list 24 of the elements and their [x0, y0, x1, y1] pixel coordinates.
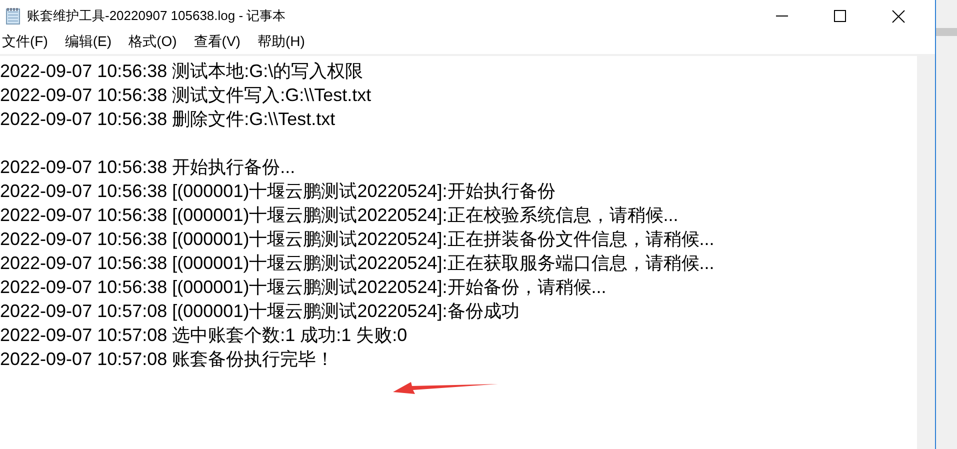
notepad-icon — [5, 7, 21, 25]
log-line: 2022-09-07 10:56:38 [(000001)十堰云鹏测试20220524]:正在校验系统信息，请稍候... — [0, 204, 680, 227]
log-line: 2022-09-07 10:56:38 测试本地:G:\的写入权限 — [0, 60, 364, 83]
menu-item[interactable]: 编辑(E) — [64, 33, 112, 51]
log-line: 2022-09-07 10:56:38 [(000001)十堰云鹏测试20220524]:开始备份，请稍候... — [0, 276, 608, 299]
log-line: 2022-09-07 10:57:08 账套备份执行完毕！ — [0, 348, 336, 371]
close-icon — [892, 10, 904, 22]
log-line: 2022-09-07 10:57:08 选中账套个数:1 成功:1 失败:0 — [0, 324, 408, 347]
log-line: 2022-09-07 10:57:08 [(000001)十堰云鹏测试20220524]:备份成功 — [0, 300, 520, 323]
log-line: 2022-09-07 10:56:38 测试文件写入:G:\\Test.txt — [0, 84, 372, 107]
menu-item[interactable]: 格式(O) — [128, 33, 177, 51]
maximize-icon — [834, 10, 846, 22]
log-line: 2022-09-07 10:56:38 [(000001)十堰云鹏测试20220524]:开始执行备份 — [0, 180, 556, 203]
scrollbar[interactable] — [917, 56, 935, 449]
menu-item[interactable]: 文件(F) — [2, 33, 48, 51]
log-line: 2022-09-07 10:56:38 [(000001)十堰云鹏测试20220524]:正在获取服务端口信息，请稍候... — [0, 252, 716, 275]
menu-item[interactable]: 帮助(H) — [257, 33, 305, 51]
log-line: 2022-09-07 10:56:38 开始执行备份... — [0, 156, 296, 179]
window-title: 账套维护工具-20220907 105638.log - 记事本 — [27, 7, 286, 25]
log-line: 2022-09-07 10:56:38 [(000001)十堰云鹏测试20220524]:正在拼装备份文件信息，请稍候... — [0, 228, 716, 251]
log-line: 2022-09-07 10:56:38 删除文件:G:\\Test.txt — [0, 108, 336, 131]
menu-item[interactable]: 查看(V) — [194, 33, 240, 51]
background-bar — [936, 28, 957, 36]
minimize-icon — [776, 15, 788, 17]
